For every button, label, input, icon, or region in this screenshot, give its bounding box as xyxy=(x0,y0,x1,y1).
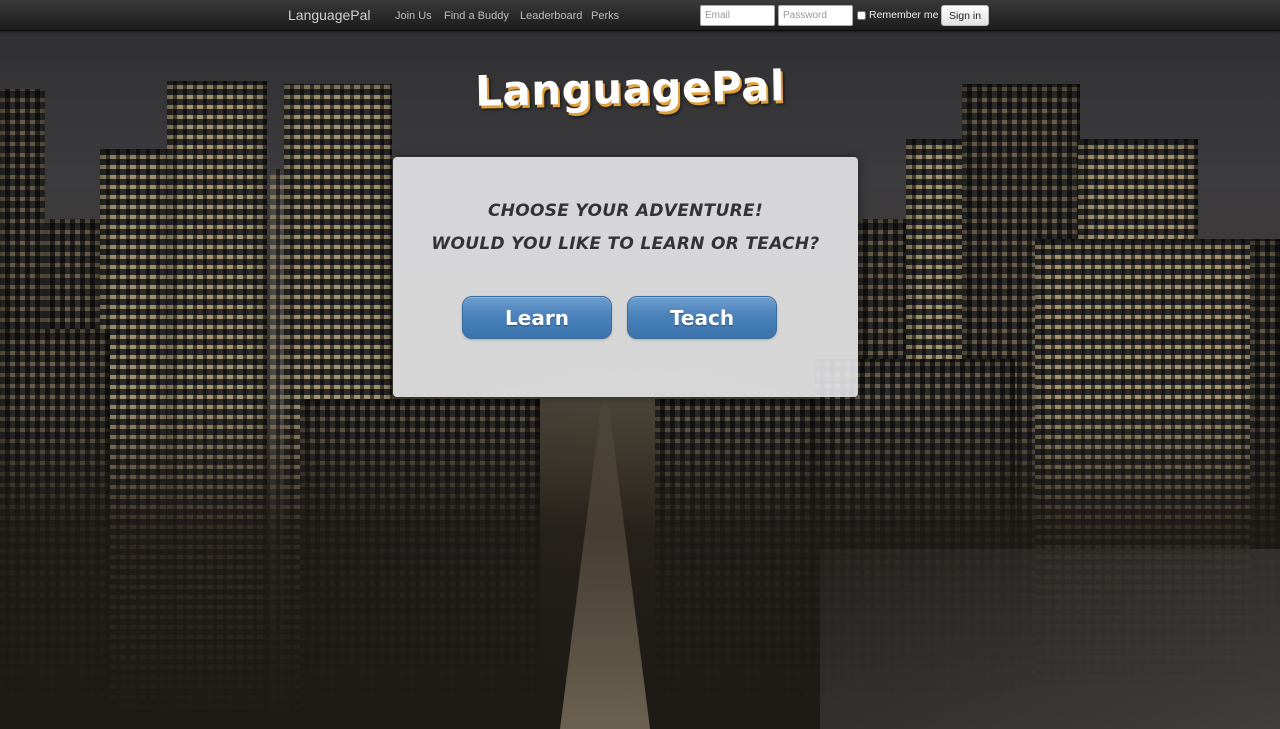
brand-link[interactable]: LanguagePal xyxy=(288,7,371,23)
email-input[interactable] xyxy=(700,5,775,26)
remember-me: Remember me xyxy=(857,9,938,21)
nav-link-perks[interactable]: Perks xyxy=(591,10,619,22)
nav-link-join-us[interactable]: Join Us xyxy=(395,10,432,22)
headline-question: Would you like to learn or teach? xyxy=(431,234,820,254)
logo-title: LanguagePal xyxy=(474,61,786,116)
password-input[interactable] xyxy=(778,5,853,26)
nav-link-find-a-buddy[interactable]: Find a Buddy xyxy=(444,10,509,22)
remember-me-label: Remember me xyxy=(869,9,939,21)
top-navbar: LanguagePal Join Us Find a Buddy Leaderb… xyxy=(0,0,1280,31)
nav-link-leaderboard[interactable]: Leaderboard xyxy=(520,10,582,22)
headline-choose: Choose your adventure! xyxy=(487,201,764,221)
learn-button[interactable]: Learn xyxy=(462,296,612,339)
sign-in-button[interactable]: Sign in xyxy=(941,5,989,26)
adventure-panel: Choose your adventure! Would you like to… xyxy=(393,157,858,397)
remember-me-checkbox[interactable] xyxy=(857,10,866,20)
teach-button[interactable]: Teach xyxy=(627,296,777,339)
